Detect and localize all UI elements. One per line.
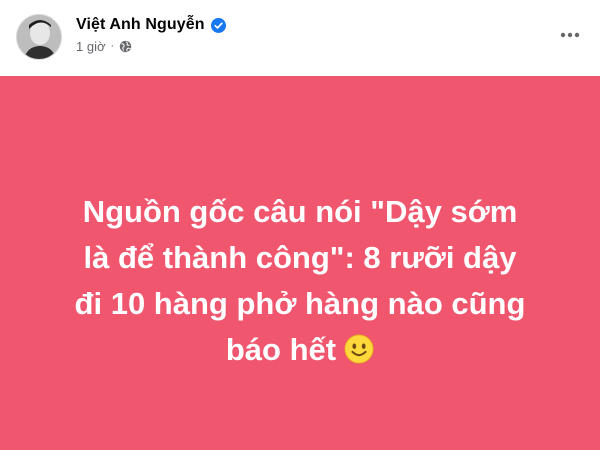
post-meta: 1 giờ · [76,37,132,55]
globe-icon[interactable] [119,40,132,53]
post-text-line: Nguồn gốc câu nói "Dậy sớm [82,194,518,229]
post-text-line-last: báo hết [30,327,570,373]
post-timestamp[interactable]: 1 giờ [76,39,106,54]
post-header: Việt Anh Nguyễn 1 giờ · [0,0,600,76]
post-text-background: Nguồn gốc câu nói "Dậy sớm là để thành c… [0,76,600,450]
post-text: Nguồn gốc câu nói "Dậy sớm là để thành c… [30,189,570,373]
verified-badge-icon [210,17,226,33]
facebook-post: Việt Anh Nguyễn 1 giờ · Nguồn gốc câu nó… [0,0,600,450]
more-horizontal-icon [560,25,580,43]
post-text-line: đi 10 hàng phở hàng nào cũng [74,286,526,321]
avatar-portrait-image [17,15,61,59]
more-options-button[interactable] [552,16,588,52]
meta-separator: · [110,40,115,52]
post-text-line: báo hết [225,332,337,367]
smiling-face-emoji-icon [344,331,374,364]
author-avatar[interactable] [16,14,62,60]
author-name[interactable]: Việt Anh Nguyễn [76,16,205,34]
post-text-line: là để thành công": 8 rưỡi dậy [83,240,517,275]
author-row: Việt Anh Nguyễn [76,13,226,37]
